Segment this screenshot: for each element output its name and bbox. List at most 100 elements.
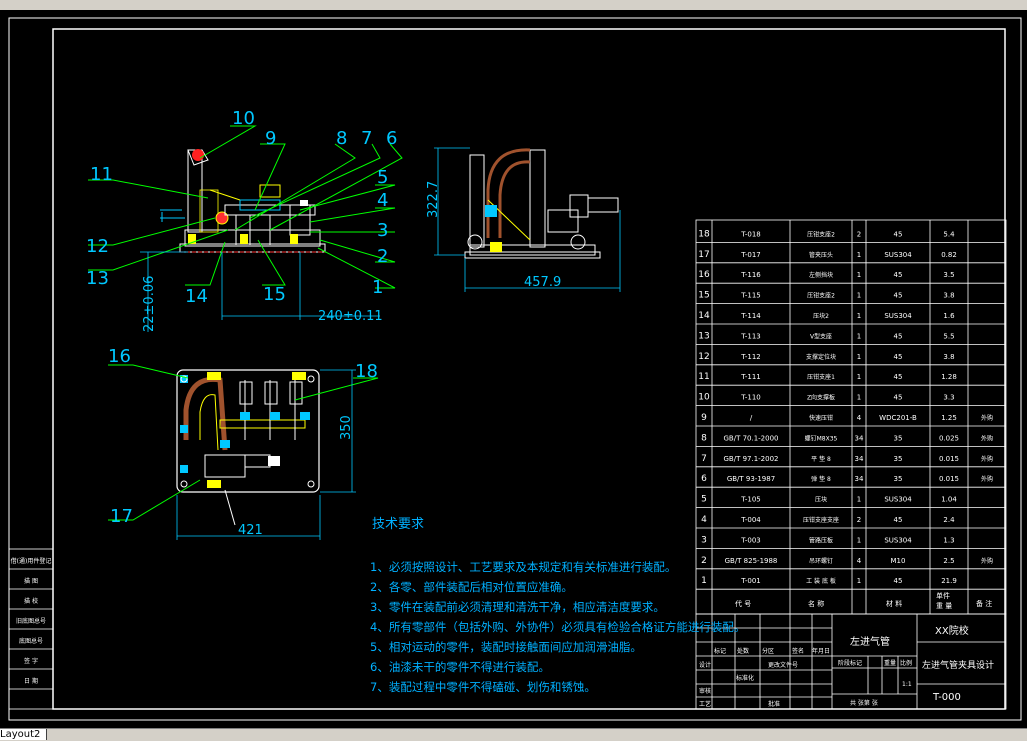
balloon-2: 2	[377, 246, 388, 267]
drawing-canvas[interactable]: 借(通)用件登记描 图描 校旧底图总号 底图总号签 字日 期 18 T-018 …	[0, 10, 1027, 728]
bom-cell-name: 弹 垫 8	[811, 475, 831, 483]
bom-cell-note: 外购	[981, 455, 993, 463]
bom-cell-code: T-105	[740, 496, 761, 504]
bom-cell-mat: SUS304	[884, 312, 912, 320]
tech-req-6: 6、油漆未干的零件不得进行装配。	[370, 660, 550, 674]
bom-cell-code: T-112	[740, 353, 761, 361]
side-stamp-label: 描 图	[24, 577, 38, 585]
bom-cell-name: V型支座	[810, 332, 832, 340]
bom-cell-name: 管夹压头	[809, 251, 833, 259]
title-drawing-no: T-000	[932, 692, 961, 703]
bom-header-wt-top: 单件	[936, 591, 950, 600]
title-part-name: 左进气管	[850, 635, 890, 648]
balloon-8: 8	[336, 128, 347, 149]
title-scale: 1:1	[902, 681, 912, 688]
bom-cell-no: 12	[698, 352, 709, 362]
bom-cell-qty: 1	[857, 251, 861, 259]
bom-cell-mat: 45	[894, 516, 903, 524]
balloon-4: 4	[377, 190, 388, 211]
bom-cell-mat: 35	[894, 455, 903, 463]
bom-cell-qty: 1	[857, 394, 861, 402]
front-view	[160, 149, 326, 253]
bom-cell-no: 8	[701, 433, 707, 443]
bom-cell-name: 压钳支座支座	[803, 516, 839, 524]
bom-cell-mat: 35	[894, 434, 903, 442]
title-block: 左进气管 XX院校 左进气管夹具设计 T-000 1:1 阶段标记 重量 比例 …	[699, 624, 994, 708]
bom-cell-wt: 3.5	[943, 271, 954, 279]
bom-cell-wt: 2.4	[943, 516, 955, 524]
balloon-13: 13	[86, 268, 109, 289]
dim-depth-front: 22±0.06	[142, 276, 157, 332]
balloon-14: 14	[185, 286, 208, 307]
dim-height-top: 350	[339, 415, 354, 440]
layout-tab-strip	[0, 728, 1027, 741]
front-view-leaders	[88, 125, 403, 289]
title-school: XX院校	[935, 624, 969, 637]
bom-header-name: 名 称	[808, 599, 824, 608]
bom-cell-code: GB/T 97.1-2002	[723, 455, 778, 463]
bom-header-note: 备 注	[976, 599, 992, 608]
bom-cell-wt: 1.25	[941, 414, 957, 422]
bom-cell-mat: WDC201-B	[879, 414, 917, 422]
bom-cell-no: 7	[701, 454, 707, 464]
bom-cell-name: 支撑定位块	[806, 353, 836, 361]
bom-cell-code: T-018	[740, 230, 761, 238]
tech-requirements-title: 技术要求	[372, 517, 424, 532]
bom-cell-wt: 3.3	[943, 394, 954, 402]
side-view	[464, 148, 619, 259]
bom-cell-qty: 1	[857, 312, 861, 320]
bom-cell-mat: 45	[894, 577, 903, 585]
bom-cell-name: 管路压板	[809, 536, 833, 544]
bom-cell-name: 平 垫 8	[811, 455, 831, 463]
side-stamp-label: 底图总号	[19, 637, 43, 645]
bom-cell-wt: 1.6	[943, 312, 955, 320]
bom-cell-wt: 21.9	[941, 577, 957, 585]
tech-req-1: 1、必须按照设计、工艺要求及本规定和有关标准进行装配。	[370, 560, 676, 574]
bom-cell-qty: 1	[857, 353, 861, 361]
title-rev-col-2: 处数	[737, 647, 749, 655]
bom-cell-mat: M10	[891, 557, 906, 565]
bom-cell-qty: 2	[857, 230, 861, 238]
dim-width-top: 421	[238, 523, 263, 538]
side-stamp-label: 描 校	[24, 597, 38, 605]
bom-cell-note: 外购	[981, 414, 993, 422]
bom-cell-qty: 34	[855, 434, 864, 442]
bom-cell-code: T-003	[740, 536, 761, 544]
bom-cell-qty: 1	[857, 271, 861, 279]
bom-cell-wt: 1.28	[941, 373, 957, 381]
dim-width-side: 457.9	[524, 275, 561, 290]
bom-cell-qty: 4	[857, 414, 862, 422]
tech-req-3: 3、零件在装配前必须清理和清洗干净，相应清洁度要求。	[370, 600, 665, 614]
tech-req-5: 5、相对运动的零件，装配时接触面间应加润滑油脂。	[370, 640, 642, 654]
bom-cell-no: 3	[701, 535, 707, 545]
bom-header-mat: 材 料	[886, 599, 902, 608]
bom-cell-no: 9	[701, 413, 707, 423]
bom-cell-mat: SUS304	[884, 536, 912, 544]
bom-cell-code: T-110	[740, 394, 761, 402]
balloon-9: 9	[265, 128, 276, 149]
bom-cell-no: 15	[698, 291, 709, 301]
side-stamp-label: 日 期	[24, 677, 38, 685]
bom-cell-name: Z向支撑板	[807, 394, 835, 402]
bom-cell-qty: 1	[857, 373, 861, 381]
balloon-7: 7	[361, 128, 372, 149]
tab-layout2[interactable]: Layout2	[0, 729, 48, 740]
bom-cell-mat: SUS304	[884, 251, 912, 259]
tech-req-7: 7、装配过程中零件不得磕碰、划伤和锈蚀。	[370, 680, 596, 694]
bom-cell-qty: 4	[857, 557, 862, 565]
balloon-15: 15	[263, 284, 286, 305]
bom-header: 代 号 名 称 材 料 单件 重 量 备 注	[735, 591, 992, 610]
title-sheet-label: 共 张第 张	[850, 699, 878, 707]
bom-cell-note: 外购	[981, 475, 993, 483]
bom-cell-mat: 45	[894, 373, 903, 381]
balloon-6: 6	[386, 128, 397, 149]
bom-cell-wt: 3.8	[943, 292, 954, 300]
title-rev-col-1: 标记	[714, 647, 726, 655]
bom-cell-no: 13	[698, 331, 709, 341]
balloon-5: 5	[377, 167, 388, 188]
bom-cell-qty: 1	[857, 332, 861, 340]
side-stamp-column	[8, 548, 54, 710]
side-stamp-label: 借(通)用件登记	[11, 557, 52, 565]
cad-sheet: 借(通)用件登记描 图描 校旧底图总号底图总号签 字日 期 18 T-018 压…	[8, 17, 1022, 721]
balloon-18: 18	[355, 361, 378, 382]
